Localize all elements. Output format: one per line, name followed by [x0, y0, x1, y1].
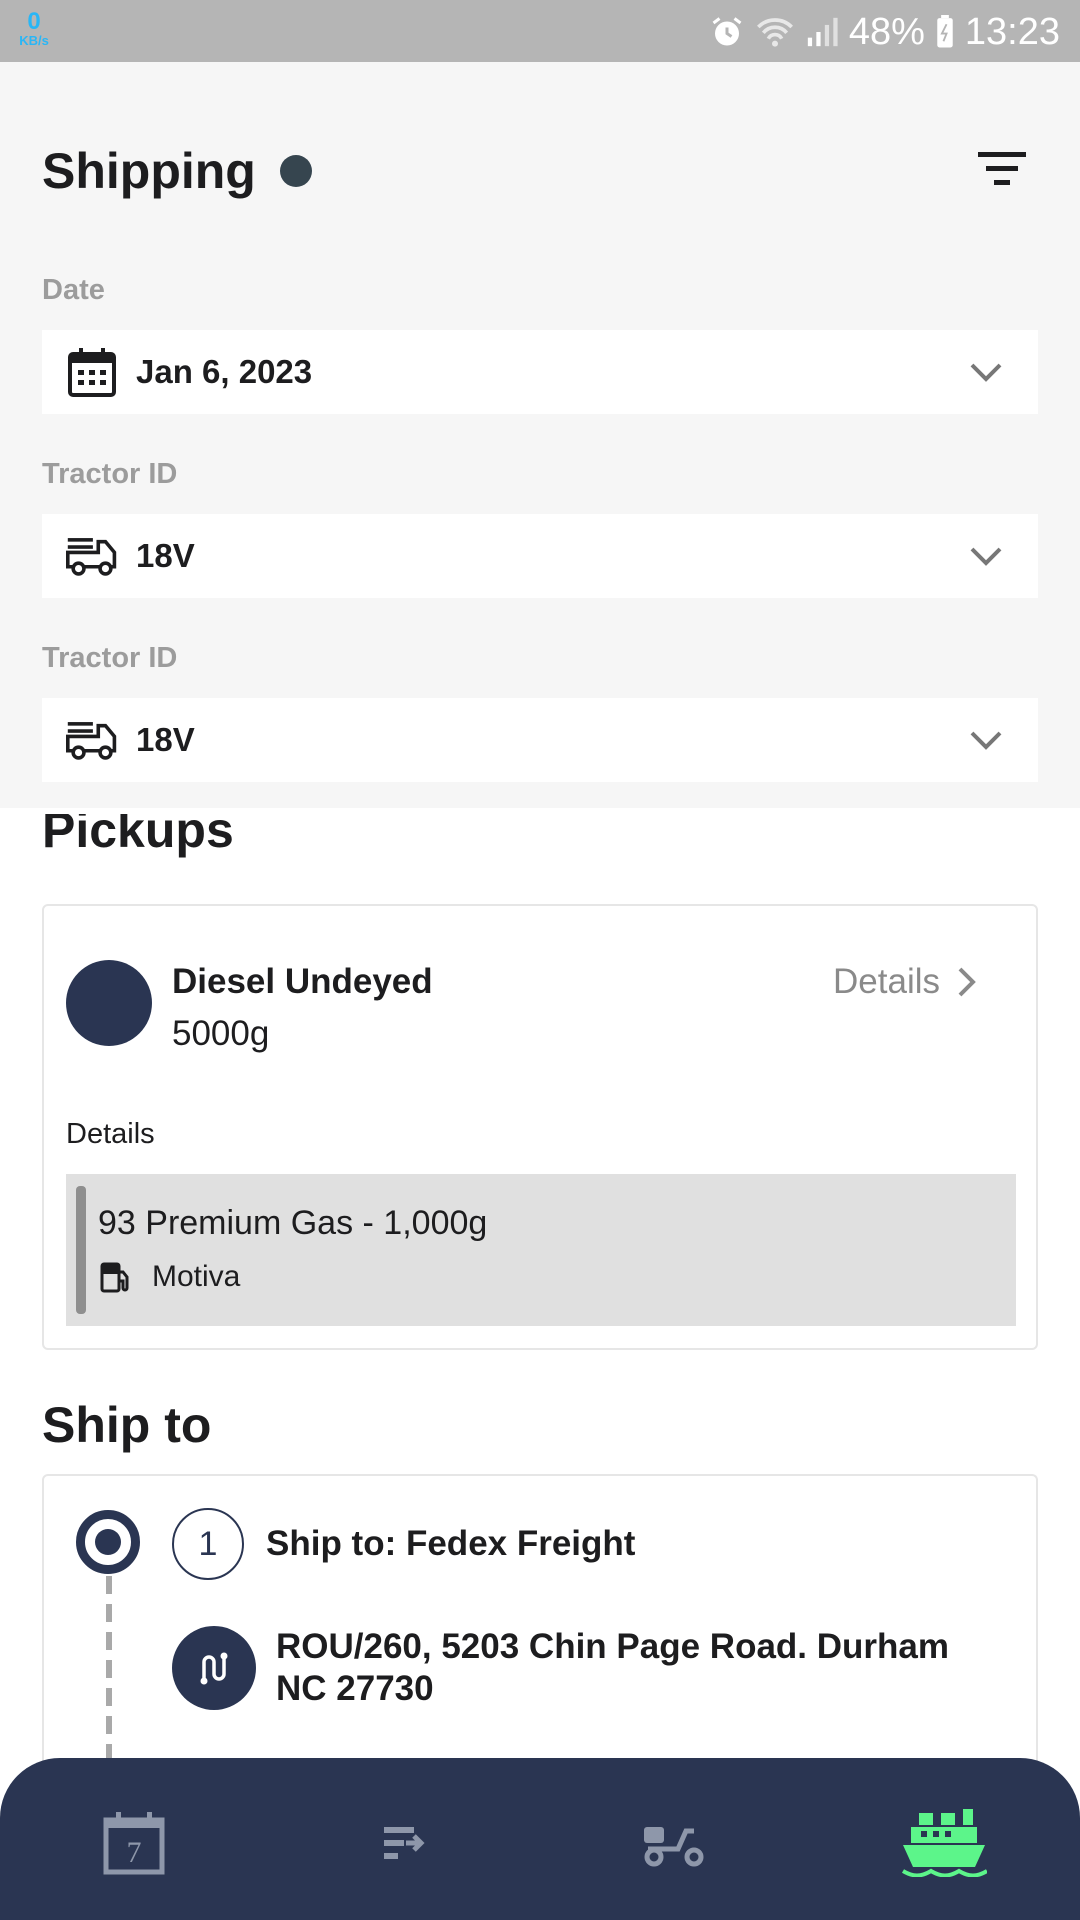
route-icon [172, 1626, 256, 1710]
chevron-down-icon [968, 354, 1004, 390]
filter-icon [978, 152, 1026, 185]
tractor-id-select-2[interactable]: 18V [42, 698, 1038, 782]
schedule-icon [384, 1827, 425, 1859]
fire-truck-icon [66, 530, 118, 582]
details-link[interactable]: Details [833, 962, 978, 1002]
status-bar: 0 KB/s 48% 13:23 [0, 0, 1080, 62]
detail-vendor: Motiva [152, 1260, 241, 1293]
pickups-heading: Pickups [42, 814, 234, 866]
product-avatar [66, 960, 152, 1046]
header: Shipping [42, 142, 312, 200]
route-line [106, 1576, 112, 1776]
scooter-icon [644, 1827, 704, 1867]
page-title: Shipping [42, 143, 256, 199]
battery-percent: 48% [848, 10, 925, 53]
stop-title: Ship to: Fedex Freight [266, 1524, 636, 1563]
status-dot [279, 155, 312, 187]
tractor-id-label-2: Tractor ID [42, 642, 178, 674]
alarm-icon [709, 14, 745, 50]
tractor-id-value: 18V [136, 537, 195, 574]
bottom-nav: 7 [0, 1758, 1080, 1920]
product-name: Diesel Undeyed [172, 962, 433, 1001]
nav-schedule[interactable] [354, 1798, 454, 1888]
network-speed-value: 0 [27, 8, 41, 35]
stop-number: 1 [172, 1508, 244, 1580]
filter-panel: Shipping Date Jan 6, 2023 Tractor ID 18V… [0, 62, 1080, 808]
wifi-icon [755, 14, 795, 50]
detail-title: 93 Premium Gas - 1,000g [98, 1204, 488, 1242]
chevron-down-icon [968, 538, 1004, 574]
pickups-heading-text: Pickups [42, 814, 234, 858]
detail-vendor-row: Motiva [98, 1260, 240, 1294]
chevron-right-icon [958, 967, 976, 997]
tractor-id-select[interactable]: 18V [42, 514, 1038, 598]
battery-icon [935, 15, 955, 49]
ship-to-heading: Ship to [42, 1397, 212, 1453]
date-select[interactable]: Jan 6, 2023 [42, 330, 1038, 414]
stop-address: ROU/260, 5203 Chin Page Road. Durham NC … [276, 1627, 949, 1708]
signal-icon [805, 15, 839, 49]
chevron-down-icon [968, 722, 1004, 758]
pickup-card: Diesel Undeyed 5000g Details Details 93 … [42, 904, 1038, 1350]
nav-calendar[interactable]: 7 [84, 1798, 184, 1888]
detail-item: 93 Premium Gas - 1,000g Motiva [66, 1174, 1016, 1326]
nav-delivery[interactable] [624, 1798, 724, 1888]
network-speed: 0 KB/s [14, 8, 54, 48]
clock-time: 13:23 [964, 10, 1060, 53]
nav-shipping[interactable] [894, 1798, 994, 1888]
calendar-day: 7 [127, 1836, 142, 1869]
calendar-icon: 7 [103, 1812, 165, 1875]
tractor-id-label: Tractor ID [42, 458, 178, 490]
detail-accent-bar [76, 1186, 86, 1314]
network-speed-unit: KB/s [19, 33, 49, 48]
date-value: Jan 6, 2023 [136, 353, 313, 390]
tractor-id-value-2: 18V [136, 721, 195, 758]
fire-truck-icon [66, 714, 118, 766]
gas-pump-icon [98, 1260, 132, 1294]
calendar-icon [66, 346, 118, 398]
ship-icon [901, 1809, 987, 1877]
target-icon [76, 1510, 140, 1574]
date-label: Date [42, 274, 105, 306]
product-quantity: 5000g [172, 1014, 270, 1053]
details-label: Details [66, 1118, 155, 1150]
details-link-label: Details [833, 962, 940, 1001]
filter-button[interactable] [976, 148, 1028, 188]
ship-to-card: 1 Ship to: Fedex Freight ROU/260, 5203 C… [42, 1474, 1038, 1776]
